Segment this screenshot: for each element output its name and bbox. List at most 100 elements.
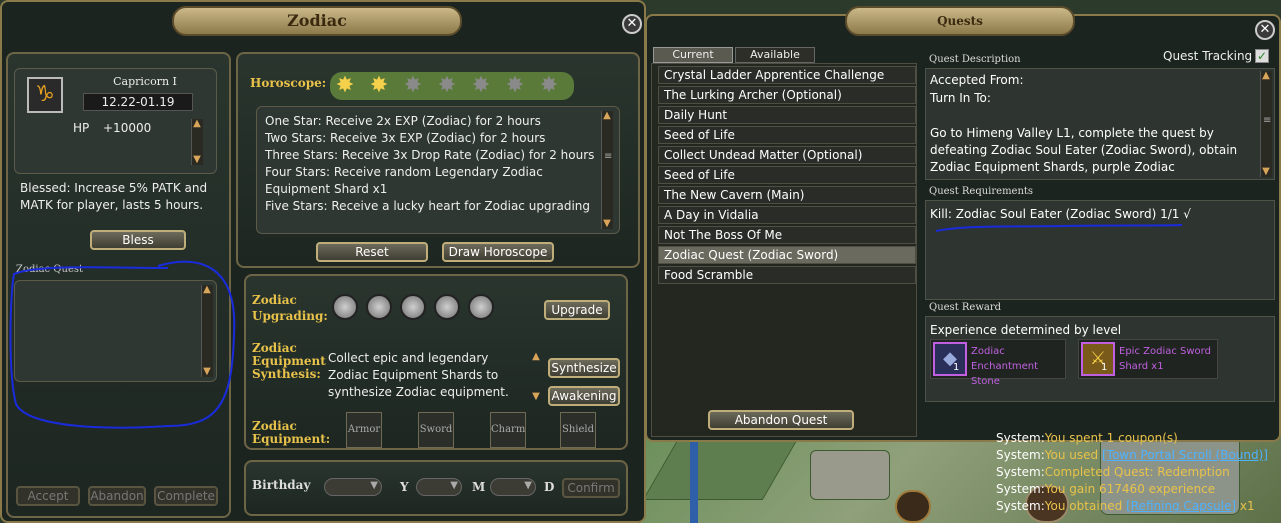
quest-list-item[interactable]: Food Scramble [658, 266, 916, 284]
year-label: Y [400, 480, 409, 494]
quest-tracking-label: Quest Tracking [1163, 49, 1253, 63]
blue-annotation-underline [935, 224, 1183, 232]
chat-prefix: System: [996, 499, 1045, 513]
quest-list-item[interactable]: Crystal Ladder Apprentice Challenge [658, 66, 916, 84]
scroll-up-icon[interactable]: ▲ [190, 119, 204, 129]
reward-item-2[interactable]: ⚔ 1 Epic Zodiac Sword Shard x1 [1078, 339, 1218, 379]
chat-text: You spent 1 coupon(s) [1044, 431, 1178, 445]
chat-line: System:You obtained [Refining Capsule] x… [996, 499, 1255, 513]
quest-list-item[interactable]: A Day in Vidalia [658, 206, 916, 224]
quest-tracking-checkbox[interactable]: ✓ [1255, 49, 1269, 63]
equipment-label-line: Equipment: [252, 432, 331, 446]
star-empty-icon: ✸ [471, 73, 491, 98]
scroll-down-icon[interactable]: ▼ [529, 392, 543, 402]
character-sprite[interactable] [895, 490, 931, 523]
sign-scrollbar[interactable]: ▲ ▼ [191, 119, 203, 165]
reward-experience-text: Experience determined by level [930, 323, 1122, 337]
birthday-month-select[interactable]: ▼ [416, 478, 462, 496]
horoscope-label: Horoscope: [250, 76, 327, 90]
awakening-button[interactable]: Awakening [548, 386, 620, 406]
close-icon[interactable]: ✕ [622, 14, 642, 34]
chat-prefix: System: [996, 482, 1045, 496]
star-filled-icon: ✸ [335, 73, 355, 98]
birthday-year-select[interactable]: ▼ [324, 478, 382, 496]
quest-description-label: Quest Description [929, 54, 1021, 65]
complete-button[interactable]: Complete [154, 486, 218, 506]
blue-banner [690, 430, 698, 523]
description-scrollbar[interactable]: ▲ ≡ ▼ [1260, 71, 1272, 177]
chat-item-link[interactable]: [Refining Capsule] [1126, 499, 1236, 513]
chat-line: System:You spent 1 coupon(s) [996, 431, 1178, 445]
heart-slot-icon[interactable] [332, 294, 358, 320]
quest-list-item[interactable]: Daily Hunt [658, 106, 916, 124]
tab-current[interactable]: Current [653, 47, 733, 63]
chat-text: You used [1044, 448, 1102, 462]
scroll-up-icon[interactable]: ▲ [529, 352, 543, 362]
horoscope-line: Two Stars: Receive 3x EXP (Zodiac) for 2… [265, 131, 546, 145]
star-filled-icon: ✸ [369, 73, 389, 98]
upgrade-button[interactable]: Upgrade [544, 300, 610, 320]
chevron-down-icon: ▼ [370, 480, 378, 491]
heart-slot-icon[interactable] [434, 294, 460, 320]
horoscope-scrollbar[interactable]: ▲ ≡ ▼ [601, 111, 613, 229]
reward-count: 1 [953, 362, 960, 373]
chat-text: You gain 617460 experience [1044, 482, 1216, 496]
scroll-up-icon[interactable]: ▲ [1259, 71, 1273, 81]
draw-horoscope-button[interactable]: Draw Horoscope [442, 242, 554, 262]
shield-slot[interactable]: Shield [560, 412, 596, 448]
quest-list-item[interactable]: The Lurking Archer (Optional) [658, 86, 916, 104]
quest-list-item-selected[interactable]: Zodiac Quest (Zodiac Sword) [658, 246, 916, 264]
capricorn-sign-icon: ♑ [27, 77, 63, 113]
month-label: M [472, 480, 486, 494]
star-empty-icon: ✸ [505, 73, 525, 98]
abandon-quest-button[interactable]: Abandon Quest [708, 410, 854, 430]
heart-slot-icon[interactable] [468, 294, 494, 320]
scroll-thumb[interactable]: ≡ [604, 151, 612, 162]
quest-list-item[interactable]: Seed of Life [658, 126, 916, 144]
close-icon[interactable]: ✕ [1255, 20, 1275, 40]
synthesis-label-line: Synthesis: [252, 367, 321, 381]
hp-label: HP [73, 121, 90, 135]
scroll-up-icon[interactable]: ▲ [600, 111, 614, 121]
window-title: Quests [845, 6, 1075, 36]
synthesis-text: Collect epic and legendary Zodiac Equipm… [328, 351, 509, 399]
synthesis-label: Zodiac Equipment Synthesis: [252, 342, 326, 381]
accept-button[interactable]: Accept [16, 486, 80, 506]
quest-list-item[interactable]: Seed of Life [658, 166, 916, 184]
armor-slot[interactable]: Armor [346, 412, 382, 448]
sword-slot[interactable]: Sword [418, 412, 454, 448]
birthday-day-select[interactable]: ▼ [490, 478, 536, 496]
reward-name-line: Enchantment Stone [971, 361, 1039, 387]
chat-line: System:You used [Town Portal Scroll (Bou… [996, 448, 1268, 462]
scroll-down-icon[interactable]: ▼ [1259, 167, 1273, 177]
reward-name: Epic Zodiac Sword Shard x1 [1119, 344, 1211, 374]
heart-slot-icon[interactable] [366, 294, 392, 320]
chat-line: System:You gain 617460 experience [996, 482, 1215, 496]
abandon-button[interactable]: Abandon [88, 486, 146, 506]
enchantment-stone-icon: ◆ [933, 342, 967, 376]
charm-slot[interactable]: Charm [490, 412, 526, 448]
chat-prefix: System: [996, 465, 1045, 479]
chat-item-link[interactable]: [Town Portal Scroll (Bound)] [1102, 448, 1268, 462]
scroll-thumb[interactable]: ≡ [1263, 115, 1271, 126]
chevron-down-icon: ▼ [450, 480, 458, 491]
synthesize-button[interactable]: Synthesize [548, 358, 620, 378]
bless-button[interactable]: Bless [90, 230, 186, 250]
quest-requirements-label: Quest Requirements [929, 186, 1034, 197]
quest-list-item[interactable]: Not The Boss Of Me [658, 226, 916, 244]
scroll-down-icon[interactable]: ▼ [190, 155, 204, 165]
quest-list-item[interactable]: The New Cavern (Main) [658, 186, 916, 204]
quest-description-text: Go to Himeng Valley L1, complete the que… [930, 126, 1238, 174]
quest-list-item[interactable]: Collect Undead Matter (Optional) [658, 146, 916, 164]
upgrading-label-line: Zodiac [252, 293, 297, 307]
sign-name: Capricorn I [113, 75, 177, 88]
quest-reward-label: Quest Reward [929, 302, 1002, 313]
heart-slot-icon[interactable] [400, 294, 426, 320]
reward-item-1[interactable]: ◆ 1 Zodiac Enchantment Stone [930, 339, 1066, 387]
reset-button[interactable]: Reset [316, 242, 428, 262]
reward-name-line: Zodiac [971, 346, 1005, 357]
scroll-down-icon[interactable]: ▼ [600, 219, 614, 229]
quest-requirements-box: Kill: Zodiac Soul Eater (Zodiac Sword) 1… [925, 200, 1275, 300]
confirm-button[interactable]: Confirm [562, 478, 620, 498]
tab-available[interactable]: Available [735, 47, 815, 63]
